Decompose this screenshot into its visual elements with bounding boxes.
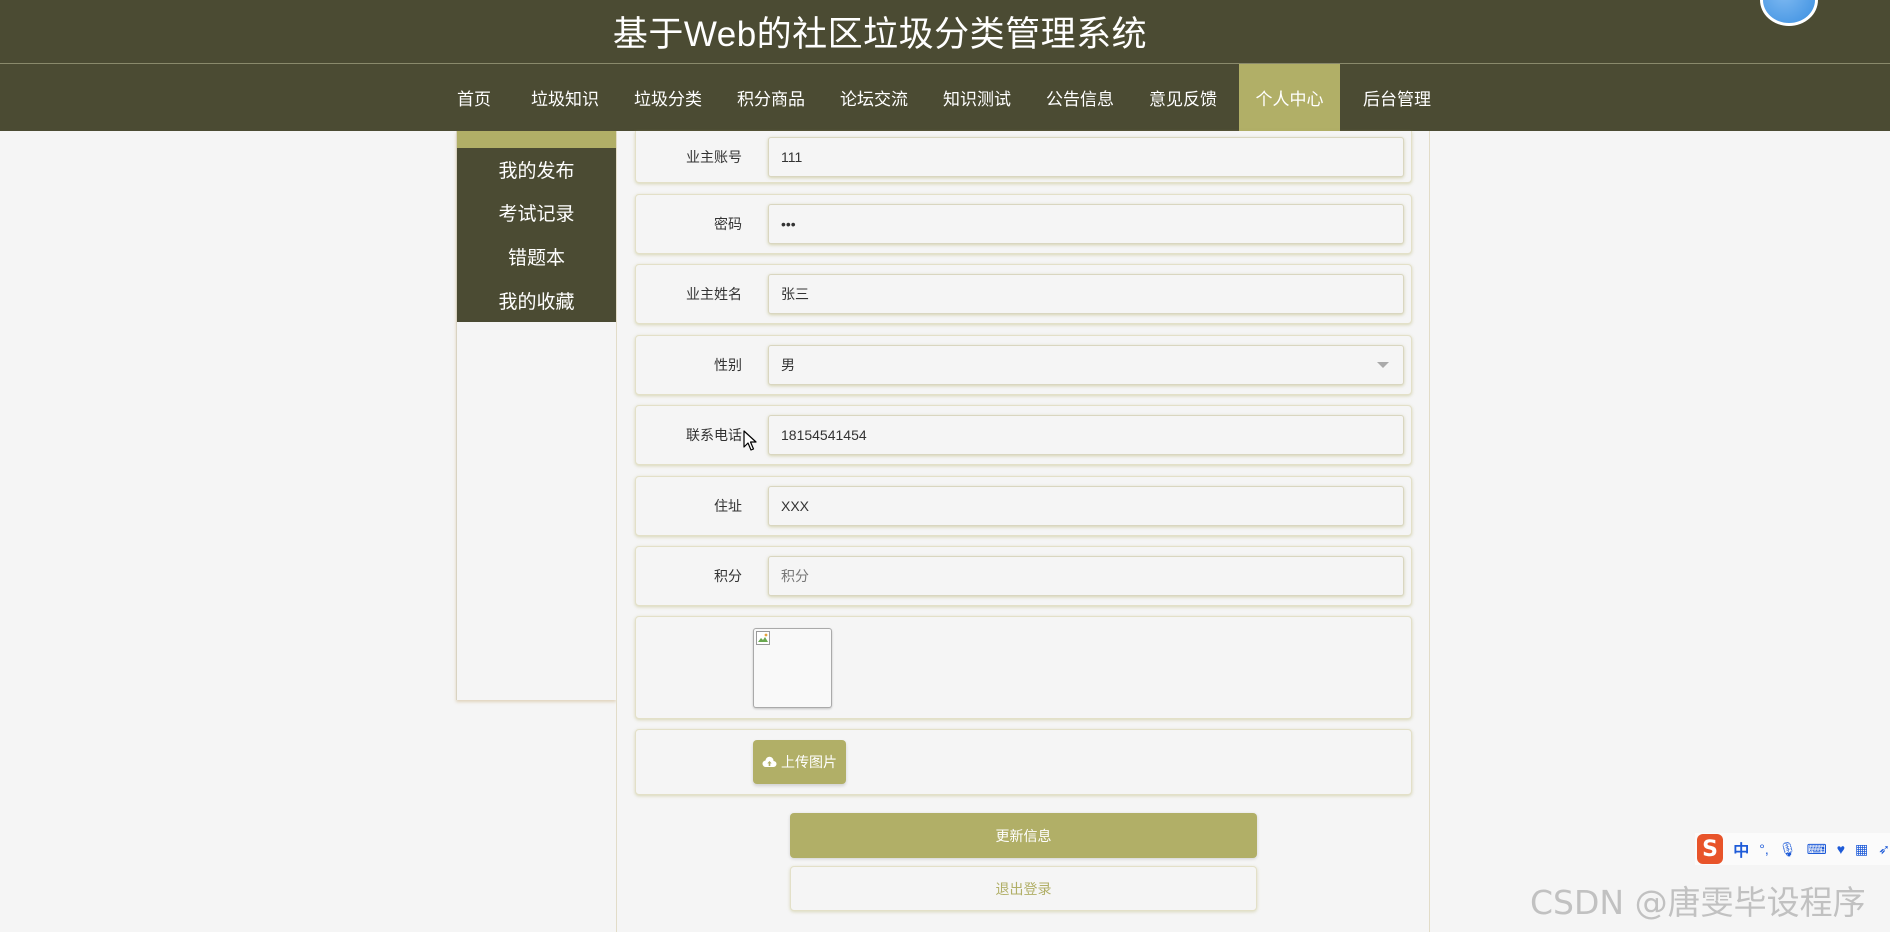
nav-item-forum[interactable]: 论坛交流 bbox=[832, 64, 916, 131]
title-bar: 基于Web的社区垃圾分类管理系统 bbox=[0, 0, 1890, 63]
name-input[interactable] bbox=[768, 274, 1404, 314]
csdn-watermark: CSDN @唐雯毕设程序 bbox=[1530, 883, 1866, 922]
toolbox-icon[interactable]: ▦ bbox=[1855, 841, 1868, 858]
microphone-icon[interactable]: 🎙 bbox=[1779, 841, 1797, 858]
update-info-button[interactable]: 更新信息 bbox=[790, 813, 1257, 858]
form-row-password: 密码 bbox=[635, 194, 1412, 254]
points-label: 积分 bbox=[714, 568, 742, 584]
nav-item-admin[interactable]: 后台管理 bbox=[1355, 64, 1439, 131]
gender-label: 性别 bbox=[714, 357, 742, 373]
sidebar-item-exam-records[interactable]: 考试记录 bbox=[457, 191, 616, 234]
ime-punctuation-icon[interactable]: °, bbox=[1759, 841, 1769, 857]
form-row-upload: 上传图片 bbox=[635, 729, 1412, 795]
points-input[interactable] bbox=[768, 556, 1404, 596]
nav-item-announcements[interactable]: 公告信息 bbox=[1038, 64, 1122, 131]
main-nav: 首页 垃圾知识 垃圾分类 积分商品 论坛交流 知识测试 公告信息 意见反馈 个人… bbox=[0, 64, 1890, 131]
logout-button[interactable]: 退出登录 bbox=[790, 866, 1257, 911]
site-title: 基于Web的社区垃圾分类管理系统 bbox=[612, 15, 1148, 54]
gender-select[interactable]: 男 bbox=[768, 345, 1404, 385]
account-input[interactable] bbox=[768, 136, 1404, 177]
form-row-points: 积分 bbox=[635, 546, 1412, 606]
ime-mode-chinese[interactable]: 中 bbox=[1733, 837, 1749, 861]
sidebar-menu: 我的发布 考试记录 错题本 我的收藏 bbox=[457, 148, 616, 322]
form-row-avatar-preview bbox=[635, 616, 1412, 719]
phone-label: 联系电话 bbox=[686, 427, 742, 443]
nav-item-personal-center[interactable]: 个人中心 bbox=[1239, 64, 1340, 131]
broken-image-icon bbox=[756, 631, 770, 645]
nav-item-knowledge-test[interactable]: 知识测试 bbox=[935, 64, 1019, 131]
nav-item-garbage-knowledge[interactable]: 垃圾知识 bbox=[523, 64, 607, 131]
sidebar: 我的发布 考试记录 错题本 我的收藏 bbox=[456, 131, 616, 700]
address-label: 住址 bbox=[714, 498, 742, 514]
skin-icon[interactable]: ♥ bbox=[1837, 841, 1845, 857]
avatar-image bbox=[753, 628, 832, 708]
upload-image-label: 上传图片 bbox=[781, 754, 837, 770]
upload-image-button[interactable]: 上传图片 bbox=[753, 740, 846, 784]
sogou-logo-icon[interactable]: S bbox=[1697, 834, 1724, 864]
nav-item-points-products[interactable]: 积分商品 bbox=[729, 64, 813, 131]
chevron-down-icon bbox=[1377, 362, 1389, 368]
ime-toolbar[interactable]: S 中 °, 🎙 ⌨ ♥ ▦ ➶ bbox=[1695, 833, 1890, 865]
nav-item-feedback[interactable]: 意见反馈 bbox=[1141, 64, 1225, 131]
password-input[interactable] bbox=[768, 204, 1404, 244]
form-row-address: 住址 bbox=[635, 476, 1412, 536]
sidebar-item-my-favorites[interactable]: 我的收藏 bbox=[457, 279, 616, 322]
sidebar-item-my-posts[interactable]: 我的发布 bbox=[457, 148, 616, 191]
sidebar-item-wrong-questions[interactable]: 错题本 bbox=[457, 235, 616, 278]
sidebar-active-item[interactable] bbox=[457, 131, 616, 148]
phone-input[interactable] bbox=[768, 415, 1404, 455]
nav-item-home[interactable]: 首页 bbox=[441, 64, 507, 131]
form-row-name: 业主姓名 bbox=[635, 264, 1412, 324]
form-row-account: 业主账号 bbox=[635, 131, 1412, 183]
name-label: 业主姓名 bbox=[686, 286, 742, 302]
address-input[interactable] bbox=[768, 486, 1404, 526]
password-label: 密码 bbox=[714, 216, 742, 232]
gender-selected-value: 男 bbox=[781, 357, 795, 373]
mouse-pointer-icon bbox=[743, 430, 757, 451]
more-icon[interactable]: ➶ bbox=[1878, 841, 1890, 858]
profile-form-panel: 业主账号 密码 业主姓名 性别 男 联系电话 住址 积分 bbox=[616, 131, 1430, 932]
form-row-gender: 性别 男 bbox=[635, 335, 1412, 395]
nav-item-garbage-classification[interactable]: 垃圾分类 bbox=[626, 64, 710, 131]
cloud-upload-icon bbox=[762, 756, 777, 768]
account-label: 业主账号 bbox=[686, 148, 742, 165]
keyboard-icon[interactable]: ⌨ bbox=[1807, 841, 1827, 858]
